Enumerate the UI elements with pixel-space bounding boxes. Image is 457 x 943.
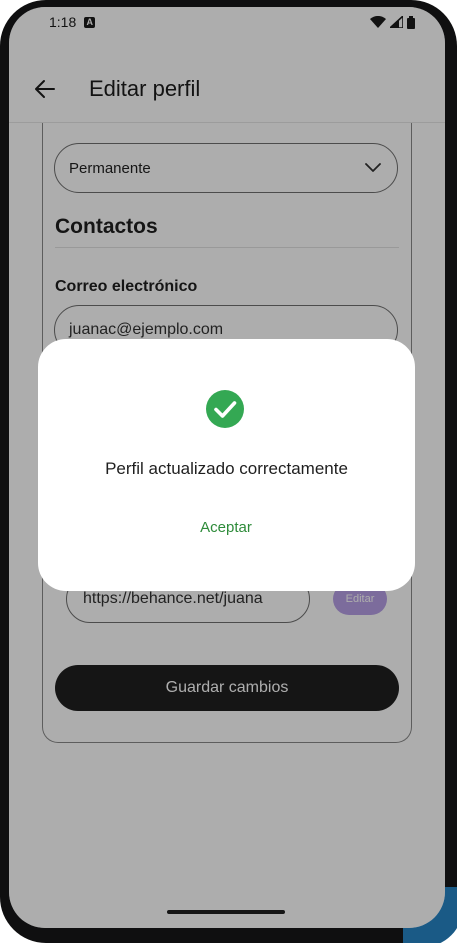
- device-frame: 1:18 A Editar perfil Permanente Contacto…: [0, 0, 457, 943]
- check-circle-icon: [206, 390, 244, 428]
- accept-button[interactable]: Aceptar: [186, 509, 266, 545]
- success-dialog: Perfil actualizado correctamente Aceptar: [38, 339, 415, 591]
- dialog-message: Perfil actualizado correctamente: [105, 459, 348, 478]
- screen: 1:18 A Editar perfil Permanente Contacto…: [9, 7, 445, 928]
